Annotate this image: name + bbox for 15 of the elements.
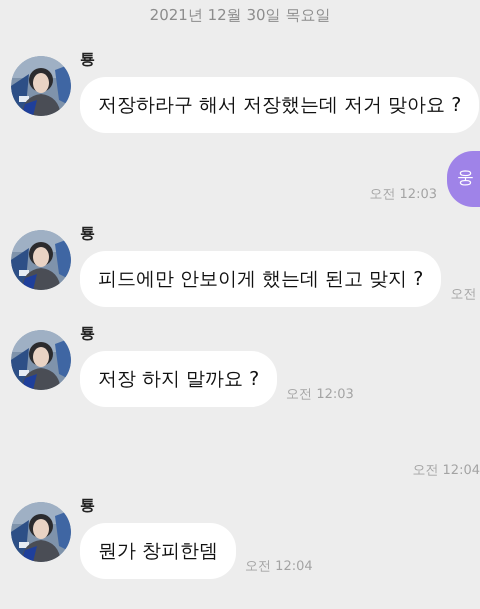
- timestamp: 오전: [450, 287, 476, 302]
- timestamp: 오전 12:03: [369, 187, 437, 202]
- sender-name: 툥: [80, 225, 96, 241]
- message-bubble: 피드에만 안보이게 했는데 된고 맞지 ?: [80, 251, 442, 307]
- timestamp: 오전 12:04: [412, 463, 480, 479]
- date-divider: 2021년 12월 30일 목요일: [150, 5, 330, 25]
- sender-name: 툥: [80, 51, 96, 67]
- timestamp: 오전 12:03: [286, 387, 354, 402]
- sender-name: 툥: [80, 497, 96, 513]
- message-bubble: 웅: [447, 151, 480, 207]
- message-bubble: 저장 하지 말까요 ?: [80, 351, 278, 407]
- message-bubble: 뭔가 창피한뎀: [80, 523, 236, 579]
- timestamp: 오전 12:04: [245, 559, 313, 574]
- sender-name: 툥: [80, 325, 96, 341]
- message-bubble: 저장하라구 해서 저장했는데 저거 맞아요 ?: [80, 77, 480, 133]
